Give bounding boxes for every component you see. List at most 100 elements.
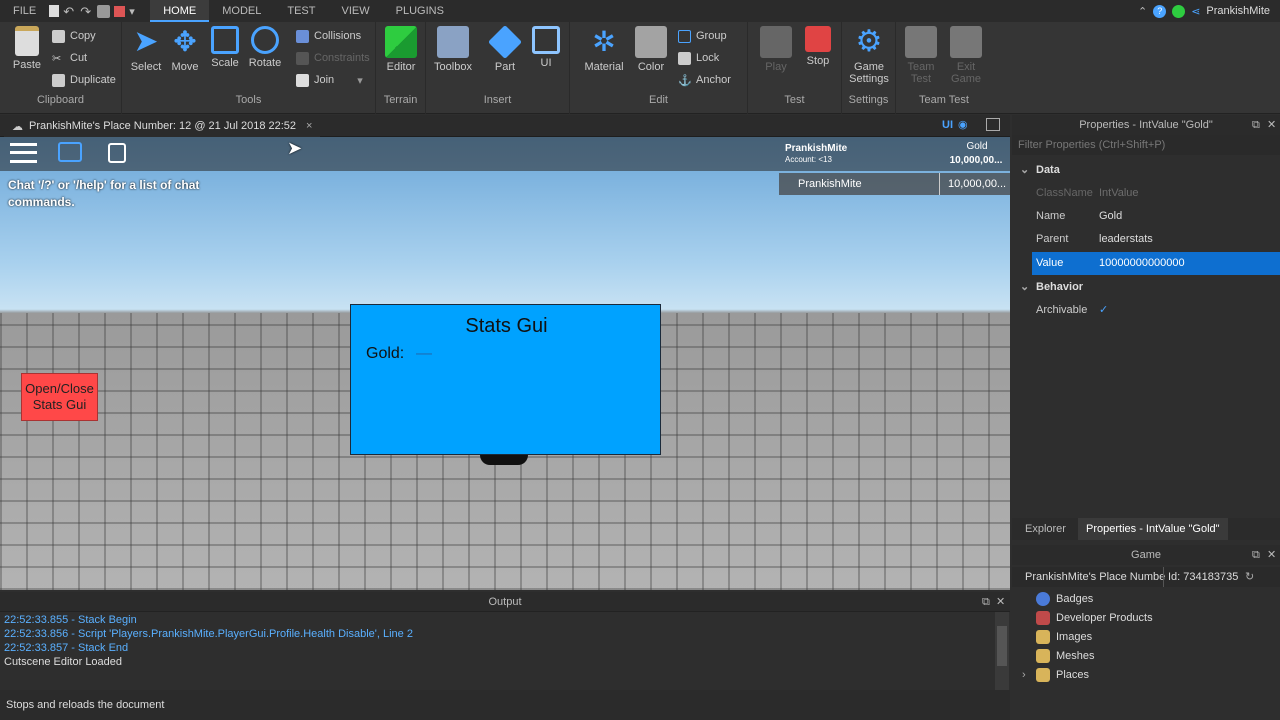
- ui-toggle[interactable]: UI: [942, 119, 953, 131]
- archivable-checkbox[interactable]: ✓: [1099, 299, 1108, 322]
- close-properties-icon[interactable]: ✕: [1267, 115, 1276, 135]
- material-button[interactable]: ✲ Material: [582, 26, 626, 73]
- refresh-icon[interactable]: ↻: [1245, 567, 1254, 587]
- lock-button[interactable]: Lock: [678, 48, 719, 68]
- properties-title: Properties - IntValue "Gold" ⧉ ✕: [1012, 115, 1280, 135]
- join-button[interactable]: Join ▾: [296, 70, 363, 90]
- select-button[interactable]: ➤ Select: [124, 26, 168, 74]
- close-game-icon[interactable]: ✕: [1267, 545, 1276, 565]
- group-button[interactable]: Group: [678, 26, 727, 46]
- terrain-editor-button[interactable]: Editor: [379, 26, 423, 73]
- terrain-icon: [385, 26, 417, 58]
- constraints-icon: [296, 51, 309, 65]
- constraints-button[interactable]: Constraints: [296, 48, 370, 68]
- color-button[interactable]: Color: [629, 26, 673, 73]
- properties-filter-input[interactable]: Filter Properties (Ctrl+Shift+P): [1012, 135, 1280, 155]
- game-settings-button[interactable]: ⚙ Game Settings: [847, 26, 891, 86]
- stop-button[interactable]: Stop: [796, 26, 840, 67]
- username[interactable]: PrankishMite: [1206, 5, 1270, 17]
- plugin-icon[interactable]: [97, 4, 111, 18]
- new-file-icon[interactable]: [49, 5, 60, 17]
- toolbox-button[interactable]: Toolbox: [431, 26, 475, 73]
- ui-button[interactable]: UI: [524, 26, 568, 69]
- chevron-down-icon: ⌄: [1020, 164, 1030, 176]
- document-tab[interactable]: ☁ PrankishMite's Place Number: 12 @ 21 J…: [4, 115, 321, 137]
- hamburger-menu-icon[interactable]: [10, 143, 37, 163]
- close-tab-icon[interactable]: ×: [306, 120, 312, 132]
- insert-group: Toolbox Part UI Insert: [426, 22, 570, 114]
- game-item-developer-products[interactable]: Developer Products: [1036, 609, 1153, 627]
- document-tab-strip: ☁ PrankishMite's Place Number: 12 @ 21 J…: [0, 115, 1010, 137]
- log-line: 22:52:33.855 - Stack Begin: [4, 614, 137, 626]
- folder-icon: [1036, 649, 1050, 663]
- prop-parent[interactable]: Parent leaderstats: [1032, 228, 1280, 251]
- output-log[interactable]: 22:52:33.855 - Stack Begin 22:52:33.856 …: [0, 612, 1010, 690]
- restore-icon[interactable]: ⧉: [982, 592, 990, 612]
- rotate-icon: [251, 26, 279, 54]
- game-item-places[interactable]: › Places: [1022, 666, 1089, 684]
- undo-icon[interactable]: ↶: [63, 5, 76, 18]
- paste-button[interactable]: Paste: [5, 26, 49, 71]
- tools-group: ➤ Select ✥ Move Scale Rotate Collisions Co…: [122, 22, 376, 114]
- game-item-images[interactable]: Images: [1036, 628, 1092, 646]
- open-close-stats-button[interactable]: Open/Close Stats Gui: [21, 373, 98, 421]
- scale-button[interactable]: Scale: [203, 26, 247, 69]
- tab-explorer[interactable]: Explorer: [1025, 523, 1066, 535]
- output-scrollbar[interactable]: [995, 612, 1009, 690]
- menu-file[interactable]: FILE: [0, 0, 49, 22]
- leaderboard-row[interactable]: PrankishMite 10,000,00...: [779, 173, 1010, 195]
- team-test-label: Team Test: [919, 94, 969, 106]
- share-icon[interactable]: ⋖: [1191, 5, 1200, 18]
- value-input[interactable]: 10000000000000: [1099, 252, 1185, 275]
- group-icon: [678, 29, 691, 43]
- tab-view[interactable]: VIEW: [328, 0, 382, 22]
- part-button[interactable]: Part: [483, 25, 527, 73]
- anchor-button[interactable]: ⚓ Anchor: [678, 70, 731, 90]
- tab-test[interactable]: TEST: [274, 0, 328, 22]
- customize-icon[interactable]: ▾: [129, 5, 142, 18]
- game-title-bar: Game ⧉ ✕: [1012, 545, 1280, 565]
- chat-icon[interactable]: [58, 142, 82, 162]
- restore-icon[interactable]: ⧉: [1252, 115, 1260, 135]
- play-button[interactable]: Play: [754, 26, 798, 73]
- restore-icon[interactable]: ⧉: [1252, 545, 1260, 565]
- redo-icon[interactable]: ↷: [80, 5, 93, 18]
- help-icon[interactable]: ?: [1153, 4, 1167, 18]
- status-icon[interactable]: [1172, 4, 1186, 18]
- stop-quick-icon[interactable]: [114, 5, 126, 17]
- section-data[interactable]: ⌄ Data: [1012, 159, 1280, 181]
- game-explorer-panel: Game ⧉ ✕ PrankishMite's Place Numbe Id: …: [1012, 545, 1280, 720]
- ui-icon: [532, 26, 560, 54]
- exit-game-button[interactable]: Exit Game: [944, 26, 988, 85]
- game-item-meshes[interactable]: Meshes: [1036, 647, 1095, 665]
- backpack-icon[interactable]: [108, 143, 126, 163]
- game-viewport[interactable]: PrankishMite Account: <13 Gold 10,000,00…: [0, 137, 1010, 590]
- place-divider: [1163, 567, 1164, 587]
- tab-plugins[interactable]: PLUGINS: [383, 0, 457, 22]
- tab-model[interactable]: MODEL: [209, 0, 274, 22]
- tab-home[interactable]: HOME: [150, 0, 210, 22]
- duplicate-button[interactable]: Duplicate: [52, 70, 116, 90]
- log-line: Cutscene Editor Loaded: [4, 656, 123, 668]
- gold-value: —: [416, 345, 432, 362]
- exit-icon: [950, 26, 982, 58]
- copy-button[interactable]: Copy: [52, 26, 96, 46]
- section-behavior[interactable]: ⌄ Behavior: [1012, 276, 1280, 298]
- collisions-button[interactable]: Collisions: [296, 26, 361, 46]
- rotate-button[interactable]: Rotate: [243, 26, 287, 69]
- fullscreen-icon[interactable]: [986, 118, 1000, 131]
- prop-value[interactable]: Value 10000000000000: [1032, 252, 1280, 275]
- prop-archivable[interactable]: Archivable ✓: [1032, 299, 1280, 322]
- chevron-up-icon[interactable]: ⌃: [1138, 5, 1147, 18]
- prop-name[interactable]: Name Gold: [1032, 205, 1280, 228]
- close-output-icon[interactable]: ✕: [996, 592, 1005, 612]
- leaderboard-divider: [939, 173, 940, 195]
- eye-icon[interactable]: ◉: [958, 118, 968, 131]
- team-test-button[interactable]: Team Test: [899, 26, 943, 85]
- tab-properties[interactable]: Properties - IntValue "Gold": [1078, 518, 1228, 540]
- game-item-badges[interactable]: Badges: [1036, 590, 1093, 608]
- chevron-right-icon[interactable]: ›: [1022, 669, 1026, 681]
- user-area: ⌃ ? ⋖ PrankishMite: [1138, 4, 1280, 18]
- cut-button[interactable]: ✂ Cut: [52, 48, 87, 68]
- move-button[interactable]: ✥ Move: [163, 26, 207, 73]
